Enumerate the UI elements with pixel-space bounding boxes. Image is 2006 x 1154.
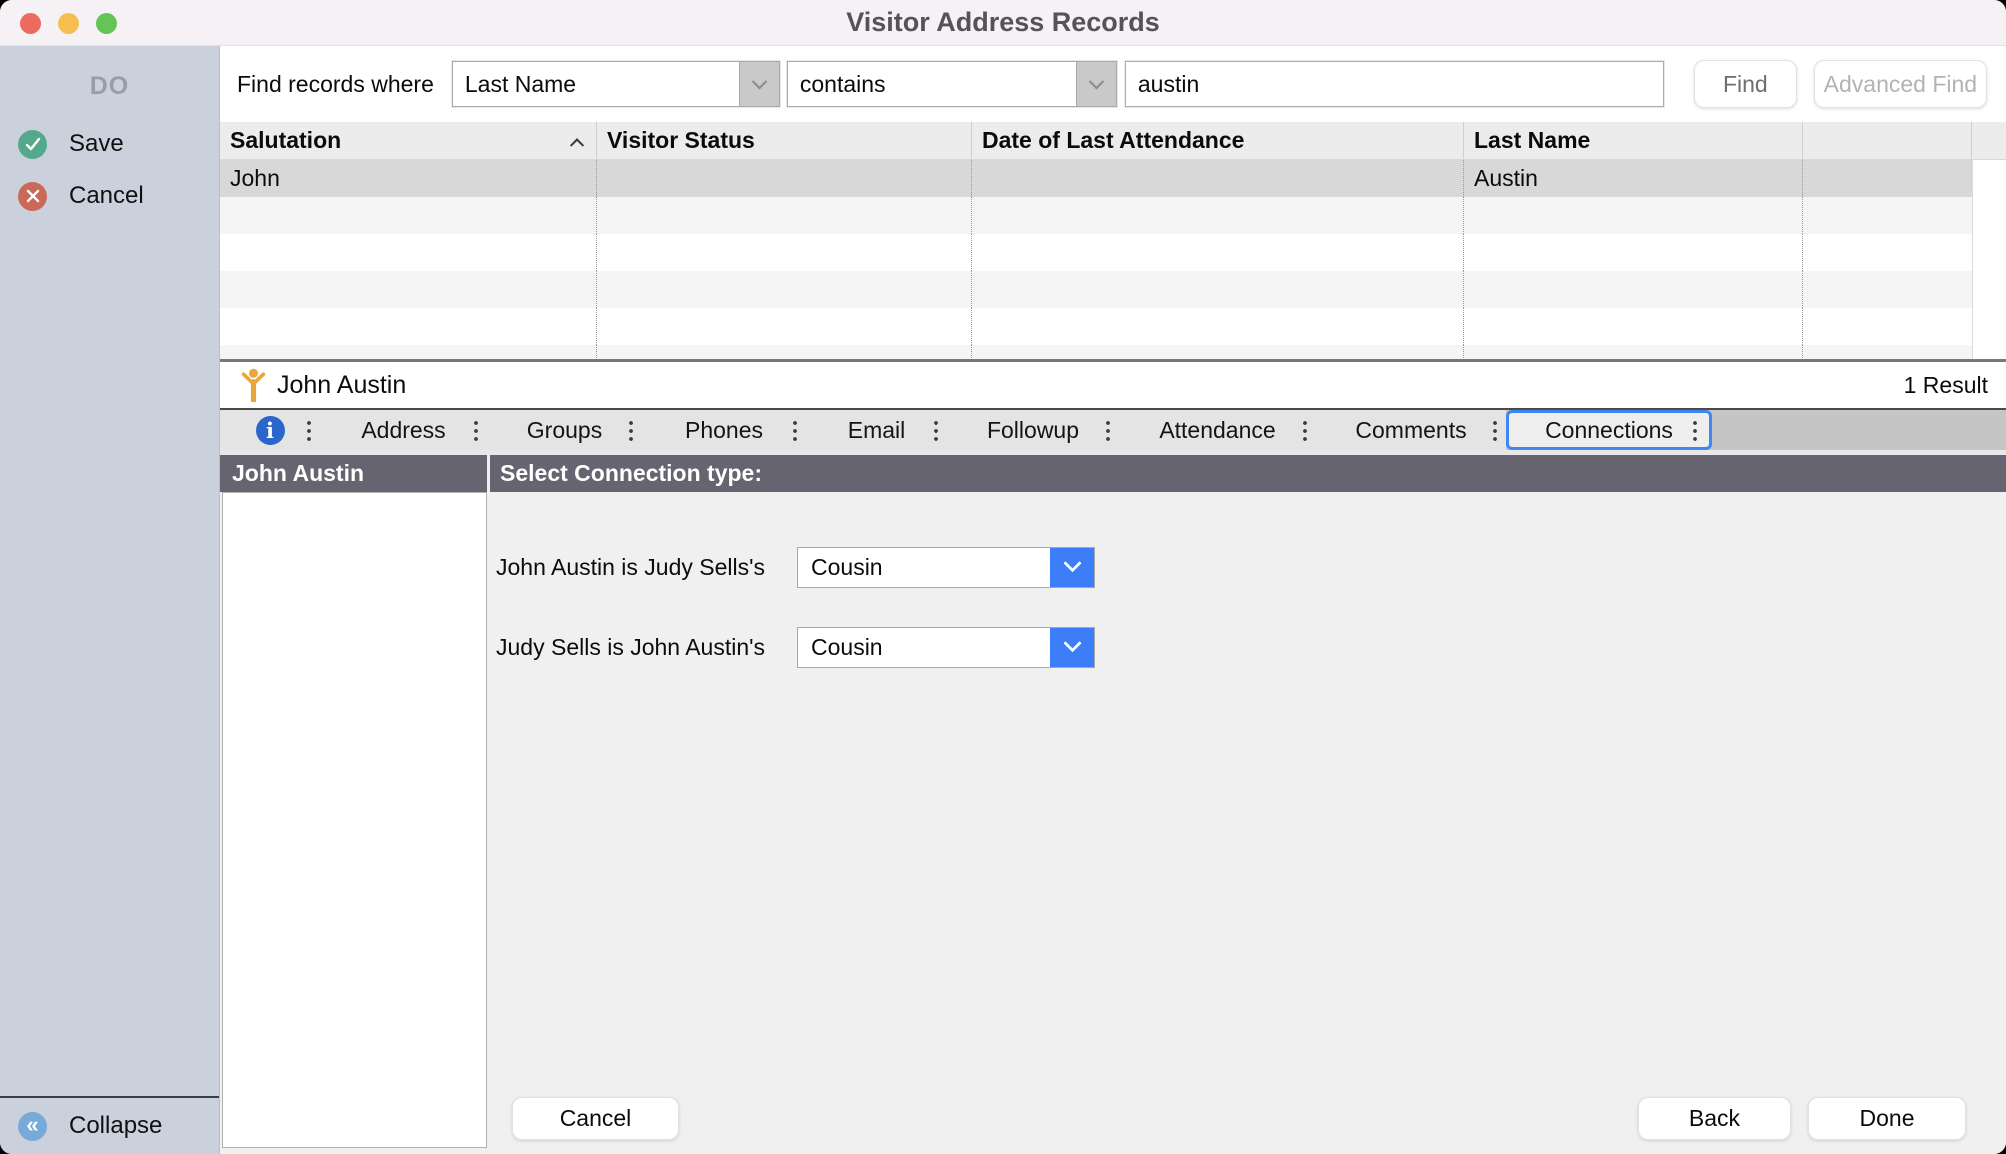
- column-header-last-name[interactable]: Last Name: [1464, 122, 1803, 159]
- chevron-down-icon: [1089, 73, 1105, 89]
- tab-separator-dots: [1106, 419, 1110, 442]
- connection-row: Judy Sells is John Austin's Cousin: [496, 627, 1095, 668]
- cell-extra: [1803, 160, 1972, 197]
- results-table: Salutation Visitor Status Date of Last A…: [220, 122, 2006, 362]
- record-name: John Austin: [277, 371, 406, 400]
- connection-type-value: Cousin: [798, 628, 1050, 667]
- zoom-window-button[interactable]: [96, 13, 117, 34]
- sidebar: DO Save Cancel « Collapse: [0, 46, 220, 1154]
- tab-separator-dots: [793, 419, 797, 442]
- connection-label: John Austin is Judy Sells's: [496, 554, 781, 581]
- tab-attendance[interactable]: Attendance: [1119, 410, 1316, 450]
- chevron-down-icon: [1063, 634, 1081, 652]
- chevron-down-icon: [1063, 554, 1081, 572]
- tab-comments[interactable]: Comments: [1316, 410, 1506, 450]
- table-row-empty: [220, 234, 2006, 271]
- find-operator-selected-value: contains: [788, 62, 1076, 106]
- close-window-button[interactable]: [20, 13, 41, 34]
- connection-row: John Austin is Judy Sells's Cousin: [496, 547, 1095, 588]
- record-header: John Austin 1 Result: [220, 362, 2006, 408]
- tab-separator-dots: [307, 419, 311, 442]
- tab-followup[interactable]: Followup: [947, 410, 1119, 450]
- tab-separator-dots: [1693, 419, 1697, 442]
- tab-separator-dots: [474, 419, 478, 442]
- tab-address[interactable]: Address: [320, 410, 487, 450]
- window-title: Visitor Address Records: [846, 7, 1160, 38]
- collapse-icon: «: [18, 1112, 47, 1141]
- tab-separator-dots: [1303, 419, 1307, 442]
- tab-strip: i Address Groups Phones Email Followup: [220, 408, 2006, 450]
- find-bar: Find records where Last Name contains Fi…: [220, 46, 2006, 122]
- save-button[interactable]: Save: [0, 118, 219, 170]
- table-scroll-gutter[interactable]: [1972, 160, 2006, 197]
- tab-connections-selected[interactable]: Connections: [1506, 410, 1712, 450]
- table-row-empty: [220, 271, 2006, 308]
- main-area: Find records where Last Name contains Fi…: [220, 46, 2006, 1154]
- table-scroll-gutter: [1972, 122, 2006, 159]
- back-button[interactable]: Back: [1638, 1097, 1791, 1140]
- section-headers: John Austin Select Connection type:: [220, 455, 2006, 492]
- column-header-date-of-last-attendance[interactable]: Date of Last Attendance: [972, 122, 1464, 159]
- result-count: 1 Result: [1904, 372, 1988, 399]
- dropdown-button[interactable]: [1050, 628, 1094, 667]
- cell-date-of-last-attendance: [972, 160, 1464, 197]
- find-field-selected-value: Last Name: [453, 62, 739, 106]
- dropdown-button[interactable]: [1050, 548, 1094, 587]
- table-row[interactable]: John Austin: [220, 160, 2006, 197]
- info-icon: i: [256, 416, 285, 445]
- advanced-find-button[interactable]: Advanced Find: [1814, 60, 1987, 108]
- connection-type-header: Select Connection type:: [490, 455, 2006, 492]
- connection-label: Judy Sells is John Austin's: [496, 634, 781, 661]
- tab-separator-dots: [629, 419, 633, 442]
- minimize-window-button[interactable]: [58, 13, 79, 34]
- traffic-lights: [20, 0, 117, 46]
- table-row-empty: [220, 308, 2006, 345]
- titlebar: Visitor Address Records: [0, 0, 2006, 46]
- tab-groups[interactable]: Groups: [487, 410, 642, 450]
- tab-email[interactable]: Email: [806, 410, 947, 450]
- connections-cancel-button[interactable]: Cancel: [512, 1097, 679, 1140]
- app-window: Visitor Address Records DO Save Cancel «: [0, 0, 2006, 1154]
- find-bar-label: Find records where: [237, 71, 434, 98]
- search-input[interactable]: [1125, 61, 1664, 107]
- tab-separator-dots: [934, 419, 938, 442]
- check-icon: [18, 130, 47, 159]
- column-header-extra: [1803, 122, 1972, 159]
- cell-last-name: Austin: [1464, 160, 1803, 197]
- connections-list-panel[interactable]: [222, 492, 487, 1148]
- connection-type-dropdown[interactable]: Cousin: [797, 627, 1095, 668]
- connection-type-value: Cousin: [798, 548, 1050, 587]
- save-label: Save: [69, 130, 124, 158]
- column-header-salutation[interactable]: Salutation: [220, 122, 597, 159]
- find-field-select-button[interactable]: [739, 62, 779, 106]
- find-operator-select[interactable]: contains: [787, 61, 1117, 107]
- tab-separator-dots: [1493, 419, 1497, 442]
- connections-panel-header: John Austin: [220, 455, 487, 492]
- collapse-button[interactable]: « Collapse: [0, 1098, 219, 1154]
- done-button[interactable]: Done: [1808, 1097, 1966, 1140]
- x-icon: [18, 182, 47, 211]
- find-field-select[interactable]: Last Name: [452, 61, 780, 107]
- tab-phones[interactable]: Phones: [642, 410, 806, 450]
- results-table-header: Salutation Visitor Status Date of Last A…: [220, 122, 2006, 160]
- column-header-visitor-status[interactable]: Visitor Status: [597, 122, 972, 159]
- cell-visitor-status: [597, 160, 972, 197]
- sidebar-header: DO: [0, 72, 219, 101]
- table-row-empty: [220, 197, 2006, 234]
- cancel-button[interactable]: Cancel: [0, 170, 219, 222]
- tab-info[interactable]: i: [220, 410, 320, 450]
- sidebar-bottom: « Collapse: [0, 1096, 219, 1154]
- cell-salutation: John: [220, 160, 597, 197]
- find-operator-select-button[interactable]: [1076, 62, 1116, 106]
- chevron-down-icon: [752, 73, 768, 89]
- find-button[interactable]: Find: [1694, 60, 1797, 108]
- connection-type-dropdown[interactable]: Cousin: [797, 547, 1095, 588]
- connections-content: John Austin is Judy Sells's Cousin Judy …: [220, 492, 2006, 1154]
- cancel-label: Cancel: [69, 182, 144, 210]
- collapse-label: Collapse: [69, 1112, 162, 1140]
- sort-ascending-icon: [570, 138, 584, 152]
- tab-strip-filler: [1712, 410, 2006, 450]
- person-icon: [240, 368, 267, 402]
